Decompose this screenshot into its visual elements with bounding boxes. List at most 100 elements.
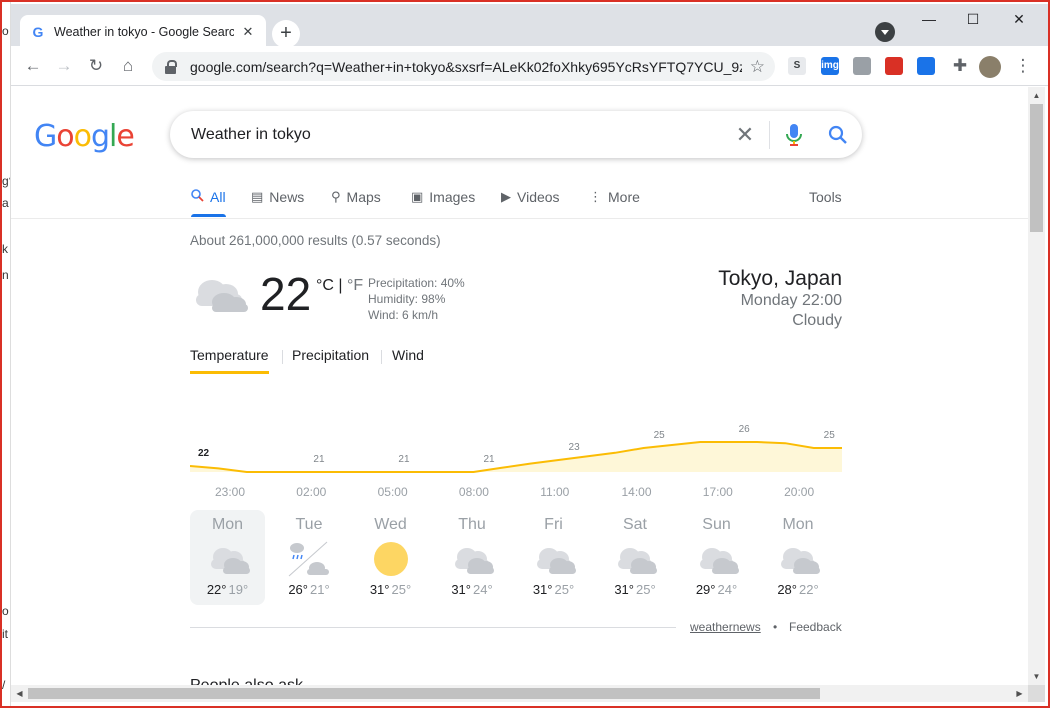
feedback-link[interactable]: Feedback bbox=[789, 620, 842, 634]
cloudy-icon bbox=[781, 548, 820, 574]
tab-all-label: All bbox=[210, 189, 226, 205]
weather-source-link[interactable]: weathernews bbox=[690, 620, 761, 634]
forecast-day-name: Tue bbox=[295, 516, 323, 533]
tab-close-icon[interactable]: ✕ bbox=[240, 24, 256, 40]
cloudy-icon bbox=[196, 280, 248, 312]
forecast-low: 25° bbox=[636, 582, 656, 597]
back-button[interactable]: ← bbox=[21, 54, 45, 78]
forecast-high: 26° bbox=[288, 582, 308, 597]
search-icon[interactable] bbox=[814, 125, 862, 145]
vertical-scrollbar[interactable]: ▲ ▼ bbox=[1028, 87, 1045, 685]
tab-temperature[interactable]: Temperature bbox=[190, 347, 269, 363]
background-text-fragment: k bbox=[2, 242, 8, 256]
cloudy-icon bbox=[618, 548, 657, 574]
maximize-button[interactable]: ☐ bbox=[951, 6, 995, 32]
celsius-toggle[interactable]: °C bbox=[316, 277, 334, 294]
horizontal-scrollbar[interactable]: ◀ ▶ bbox=[11, 685, 1028, 702]
background-text-fragment: o bbox=[2, 24, 9, 38]
forecast-day[interactable]: Tue 26° 21° bbox=[272, 510, 347, 605]
forward-button[interactable]: → bbox=[52, 54, 76, 78]
background-text-fragment: n bbox=[2, 268, 9, 282]
browser-tab[interactable]: G Weather in tokyo - Google Search ✕ bbox=[20, 15, 266, 48]
lock-icon[interactable] bbox=[164, 59, 178, 74]
avatar[interactable] bbox=[979, 56, 1001, 78]
active-tab-indicator bbox=[191, 214, 226, 217]
scroll-down-arrow-icon[interactable]: ▼ bbox=[1028, 668, 1045, 685]
weather-location-block: Tokyo, Japan Monday 22:00 Cloudy bbox=[718, 267, 842, 331]
reload-button[interactable]: ↻ bbox=[84, 54, 108, 78]
forecast-day[interactable]: Wed 31° 25° bbox=[353, 510, 428, 605]
new-tab-button[interactable]: + bbox=[272, 20, 300, 48]
tab-all[interactable]: All bbox=[191, 187, 226, 207]
forecast-high: 31° bbox=[451, 582, 471, 597]
tab-search-icon[interactable] bbox=[875, 22, 895, 42]
menu-kebab-icon[interactable]: ⋮ bbox=[1011, 54, 1035, 78]
background-text-fragment: a bbox=[2, 196, 9, 210]
temperature-data-label: 26 bbox=[739, 424, 751, 435]
tab-videos[interactable]: ▶ Videos bbox=[501, 187, 560, 207]
google-logo[interactable]: Google bbox=[34, 119, 135, 154]
scroll-up-arrow-icon[interactable]: ▲ bbox=[1028, 87, 1045, 104]
weather-header: 22 °C | °F Precipitation: 40% Humidity: … bbox=[190, 267, 842, 347]
bookmark-star-icon[interactable]: ☆ bbox=[750, 57, 765, 77]
more-vert-icon: ⋮ bbox=[589, 189, 602, 204]
background-text-fragment: / bbox=[2, 678, 6, 692]
tools-button[interactable]: Tools bbox=[809, 187, 842, 207]
tab-images[interactable]: ▣ Images bbox=[411, 187, 475, 207]
forecast-day[interactable]: Mon 28° 22° bbox=[761, 510, 836, 605]
scroll-left-arrow-icon[interactable]: ◀ bbox=[11, 685, 28, 702]
temperature-chart[interactable]: 22 21 21 21 23 25 26 25 bbox=[190, 407, 842, 507]
search-input[interactable]: Weather in tokyo bbox=[191, 126, 725, 144]
extensions-puzzle-icon[interactable]: ✚ bbox=[948, 54, 972, 78]
forecast-low: 19° bbox=[228, 582, 249, 597]
cast-extension-icon[interactable] bbox=[917, 57, 935, 75]
temperature-data-label: 25 bbox=[824, 430, 836, 441]
time-tick-label: 05:00 bbox=[377, 485, 408, 499]
tab-precipitation[interactable]: Precipitation bbox=[292, 347, 369, 363]
forecast-day[interactable]: Fri 31° 25° bbox=[516, 510, 591, 605]
minimize-button[interactable]: — bbox=[907, 6, 951, 32]
mic-icon[interactable] bbox=[774, 123, 814, 147]
tab-maps[interactable]: ⚲ Maps bbox=[331, 187, 381, 207]
people-also-ask-heading: People also ask bbox=[190, 677, 303, 685]
forecast-day[interactable]: Sun 29° 24° bbox=[679, 510, 754, 605]
tab-more[interactable]: ⋮ More bbox=[589, 187, 640, 207]
close-window-button[interactable]: ✕ bbox=[997, 6, 1041, 32]
home-button[interactable]: ⌂ bbox=[116, 54, 140, 78]
time-tick-label: 08:00 bbox=[458, 485, 489, 499]
logo-letter: g bbox=[90, 119, 110, 154]
background-text-fragment: it bbox=[2, 627, 8, 641]
scrollbar-corner bbox=[1028, 685, 1045, 702]
url-text[interactable]: google.com/search?q=Weather+in+tokyo&sxs… bbox=[190, 59, 742, 75]
tab-news[interactable]: ▤ News bbox=[251, 187, 304, 207]
fahrenheit-toggle[interactable]: °F bbox=[347, 277, 363, 294]
weather-condition: Cloudy bbox=[792, 312, 842, 329]
horizontal-scroll-thumb[interactable] bbox=[28, 688, 820, 699]
close-icon[interactable]: ✕ bbox=[725, 122, 765, 148]
time-tick-label: 17:00 bbox=[702, 485, 733, 499]
vertical-scroll-thumb[interactable] bbox=[1030, 104, 1043, 232]
compass-extension-icon[interactable] bbox=[853, 57, 871, 75]
forecast-day[interactable]: Mon 22° 19° bbox=[190, 510, 265, 605]
red-extension-icon[interactable] bbox=[885, 57, 903, 75]
forecast-high: 29° bbox=[695, 582, 716, 597]
forecast-day[interactable]: Thu 31° 24° bbox=[435, 510, 510, 605]
search-divider bbox=[769, 120, 770, 149]
img-extension-icon[interactable]: img bbox=[821, 57, 839, 75]
forecast-temps: 26° 21° bbox=[272, 582, 347, 597]
forecast-low: 21° bbox=[310, 582, 330, 597]
cloudy-icon bbox=[210, 548, 250, 574]
forecast-day[interactable]: Sat 31° 25° bbox=[598, 510, 673, 605]
temperature-data-label: 23 bbox=[569, 442, 581, 453]
tab-wind[interactable]: Wind bbox=[392, 347, 424, 363]
forecast-high: 31° bbox=[369, 582, 390, 597]
search-box[interactable]: Weather in tokyo ✕ bbox=[170, 111, 862, 158]
scroll-right-arrow-icon[interactable]: ▶ bbox=[1011, 685, 1028, 702]
forecast-day-name: Fri bbox=[544, 516, 563, 533]
background-text-fragment: g° bbox=[2, 174, 10, 188]
address-bar[interactable]: google.com/search?q=Weather+in+tokyo&sxs… bbox=[152, 52, 775, 81]
tab-title: Weather in tokyo - Google Search bbox=[54, 24, 234, 39]
forecast-temps: 31° 25° bbox=[353, 582, 428, 597]
s-extension-icon[interactable]: S bbox=[788, 57, 806, 75]
time-tick-label: 14:00 bbox=[621, 485, 652, 499]
